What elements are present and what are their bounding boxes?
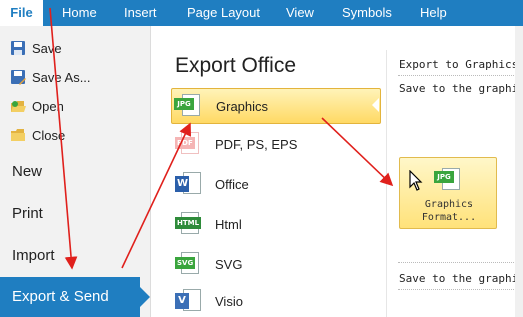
sidebar-item-label: Close (32, 127, 66, 143)
divider (398, 262, 518, 263)
graphics-format-button[interactable]: JPG Graphics Format... (399, 157, 497, 229)
export-item-html[interactable]: HTML Html (171, 206, 381, 242)
export-item-label: Graphics (216, 98, 269, 114)
jpg-file-icon: JPG (174, 93, 202, 119)
sidebar-item-import[interactable]: Import (12, 247, 55, 264)
jpg-file-icon: JPG (434, 166, 462, 194)
export-item-label: Html (215, 216, 242, 232)
export-format-list: JPG Graphics PDF PDF, PS, EPS W Office H… (171, 84, 383, 317)
sidebar-item-label: Save (32, 40, 62, 56)
sidebar-item-close[interactable]: Close (10, 125, 65, 145)
detail-heading: Export to Graphics (399, 58, 519, 71)
export-item-office[interactable]: W Office (171, 166, 381, 202)
pdf-file-icon: PDF (175, 131, 201, 157)
html-file-icon: HTML (175, 211, 202, 237)
detail-description: Save to the graphics (399, 82, 523, 95)
sidebar-item-save-as[interactable]: Save As... (10, 67, 91, 87)
menu-file[interactable]: File (0, 0, 44, 26)
export-item-label: Visio (215, 293, 243, 309)
menu-insert[interactable]: Insert (124, 0, 157, 26)
page-title: Export Office (175, 54, 296, 77)
export-item-graphics[interactable]: JPG Graphics (171, 88, 381, 124)
sidebar-item-export-send[interactable]: Export & Send (0, 277, 140, 317)
divider (398, 75, 518, 76)
scrollbar[interactable] (515, 26, 523, 317)
menu-view[interactable]: View (286, 0, 314, 26)
sidebar-item-label: Open (32, 98, 64, 114)
export-item-label: PDF, PS, EPS (215, 136, 298, 152)
sidebar-item-new[interactable]: New (12, 163, 42, 180)
selection-pointer (140, 287, 150, 307)
menu-help[interactable]: Help (420, 0, 447, 26)
sidebar-item-print[interactable]: Print (12, 205, 43, 222)
menu-symbols[interactable]: Symbols (342, 0, 392, 26)
mouse-cursor-icon (409, 170, 423, 191)
export-item-svg[interactable]: SVG SVG (171, 246, 381, 282)
svg-file-icon: SVG (175, 251, 201, 277)
close-folder-icon (10, 127, 26, 143)
selection-notch (372, 98, 379, 112)
export-item-pdf[interactable]: PDF PDF, PS, EPS (171, 126, 381, 162)
visio-file-icon: V (175, 288, 201, 314)
export-item-label: SVG (215, 256, 243, 272)
open-icon (10, 98, 26, 114)
sidebar-item-open[interactable]: Open (10, 96, 64, 116)
detail-description: Save to the graphics (399, 272, 523, 285)
word-file-icon: W (175, 171, 201, 197)
menu-bar: File Home Insert Page Layout View Symbol… (0, 0, 523, 26)
export-item-label: Office (215, 176, 249, 192)
divider (398, 289, 518, 290)
save-icon (10, 40, 26, 56)
export-item-visio[interactable]: V Visio (171, 283, 381, 317)
save-as-icon (10, 69, 26, 85)
menu-page-layout[interactable]: Page Layout (187, 0, 260, 26)
sidebar-item-save[interactable]: Save (10, 38, 62, 58)
menu-home[interactable]: Home (62, 0, 97, 26)
panel-divider (386, 50, 387, 317)
sidebar-item-label: Save As... (32, 69, 91, 85)
graphics-format-label: Graphics Format... (421, 199, 477, 223)
